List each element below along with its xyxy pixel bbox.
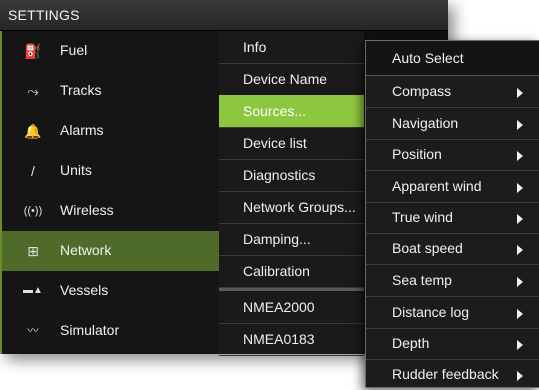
menu-item-diagnostics[interactable]: Diagnostics (219, 159, 364, 192)
sidebar-item-label: Tracks (60, 82, 102, 98)
title-bar: SETTINGS (0, 0, 448, 31)
chevron-right-icon (517, 214, 523, 224)
sidebar-item-label: Simulator (60, 322, 120, 338)
menu-item-label: Info (243, 39, 267, 55)
menu-item-label: Sources... (243, 103, 307, 119)
menu-item-nmea2000[interactable]: NMEA2000 (219, 291, 364, 324)
menu-item-depth[interactable]: Depth (366, 328, 539, 360)
chevron-right-icon (517, 120, 523, 130)
sidebar-item-wireless[interactable]: ((•)) Wireless (2, 191, 221, 231)
ruler-pen-icon: / (31, 163, 35, 179)
menu-item-label: Device Name (243, 71, 328, 87)
menu-item-true-wind[interactable]: True wind (366, 202, 539, 234)
chevron-right-icon (517, 245, 523, 255)
menu-item-info[interactable]: Info (219, 31, 364, 64)
menu-item-label: Compass (392, 83, 452, 99)
menu-item-apparent-wind[interactable]: Apparent wind (366, 171, 539, 203)
chevron-right-icon (517, 151, 523, 161)
menu-item-label: Device list (243, 135, 307, 151)
menu-item-label: Diagnostics (243, 167, 316, 183)
menu-item-boat-speed[interactable]: Boat speed (366, 233, 539, 265)
track-line-icon: ⤳ (27, 83, 39, 99)
network-submenu: Info Device Name Sources... Device list … (219, 31, 364, 356)
menu-item-label: NMEA2000 (243, 299, 315, 315)
menu-item-label: Boat speed (392, 240, 463, 256)
menu-item-label: Rudder feedback (392, 366, 499, 382)
menu-item-auto-select[interactable]: Auto Select (366, 41, 539, 76)
menu-item-distance-log[interactable]: Distance log (366, 297, 539, 329)
network-icon: ⊞ (27, 243, 39, 259)
chevron-right-icon (517, 371, 523, 381)
sidebar-item-label: Fuel (60, 42, 88, 58)
settings-category-list: ⛽ Fuel ⤳ Tracks 🔔 Alarms / Units ((•)) W… (0, 31, 221, 354)
menu-item-label: Auto Select (392, 50, 464, 66)
sidebar-item-label: Units (60, 162, 92, 178)
sidebar-item-label: Vessels (60, 282, 109, 298)
menu-item-label: True wind (392, 209, 453, 225)
sources-popup-menu: Auto Select Compass Navigation Position … (365, 40, 539, 388)
menu-item-calibration[interactable]: Calibration (219, 255, 364, 288)
sidebar-item-units[interactable]: / Units (2, 151, 221, 191)
menu-item-label: Position (392, 146, 442, 162)
sidebar-item-fuel[interactable]: ⛽ Fuel (2, 31, 221, 71)
menu-item-rudder-feedback[interactable]: Rudder feedback (366, 359, 539, 390)
menu-item-label: Network Groups... (243, 199, 356, 215)
menu-item-device-name[interactable]: Device Name (219, 63, 364, 96)
chevron-right-icon (517, 340, 523, 350)
menu-item-position[interactable]: Position (366, 139, 539, 171)
menu-item-label: Navigation (392, 115, 459, 131)
menu-item-sea-temp[interactable]: Sea temp (366, 265, 539, 297)
fuel-pump-icon: ⛽ (24, 43, 42, 59)
chevron-right-icon (517, 309, 523, 319)
sidebar-item-label: Alarms (60, 122, 104, 138)
chevron-right-icon (517, 277, 523, 287)
menu-item-label: Calibration (243, 263, 310, 279)
sidebar-item-alarms[interactable]: 🔔 Alarms (2, 111, 221, 151)
menu-item-label: NMEA0183 (243, 331, 315, 347)
sidebar-item-label: Network (60, 242, 112, 258)
menu-item-sources[interactable]: Sources... (219, 95, 364, 128)
menu-item-label: Damping... (243, 231, 311, 247)
chevron-right-icon (517, 183, 523, 193)
menu-item-label: Distance log (392, 304, 470, 320)
menu-item-damping[interactable]: Damping... (219, 223, 364, 256)
page-title: SETTINGS (8, 7, 80, 23)
menu-item-nmea0183[interactable]: NMEA0183 (219, 323, 364, 356)
sidebar-item-simulator[interactable]: 〰 Simulator (2, 311, 221, 351)
sidebar-item-tracks[interactable]: ⤳ Tracks (2, 71, 221, 111)
menu-item-navigation[interactable]: Navigation (366, 108, 539, 140)
menu-item-label: Apparent wind (392, 178, 482, 194)
chevron-right-icon (517, 88, 523, 98)
vessels-icon: ▬▲ (23, 285, 43, 296)
menu-item-device-list[interactable]: Device list (219, 127, 364, 160)
simulator-icon: 〰 (27, 325, 39, 337)
sidebar-item-vessels[interactable]: ▬▲ Vessels (2, 271, 221, 311)
menu-item-compass[interactable]: Compass (366, 76, 539, 108)
menu-item-network-groups[interactable]: Network Groups... (219, 191, 364, 224)
sidebar-item-network[interactable]: ⊞ Network (2, 231, 221, 271)
sidebar-item-label: Wireless (60, 202, 114, 218)
bell-icon: 🔔 (24, 123, 42, 139)
menu-item-label: Sea temp (392, 272, 452, 288)
wireless-icon: ((•)) (23, 205, 43, 217)
menu-item-label: Depth (392, 335, 430, 351)
